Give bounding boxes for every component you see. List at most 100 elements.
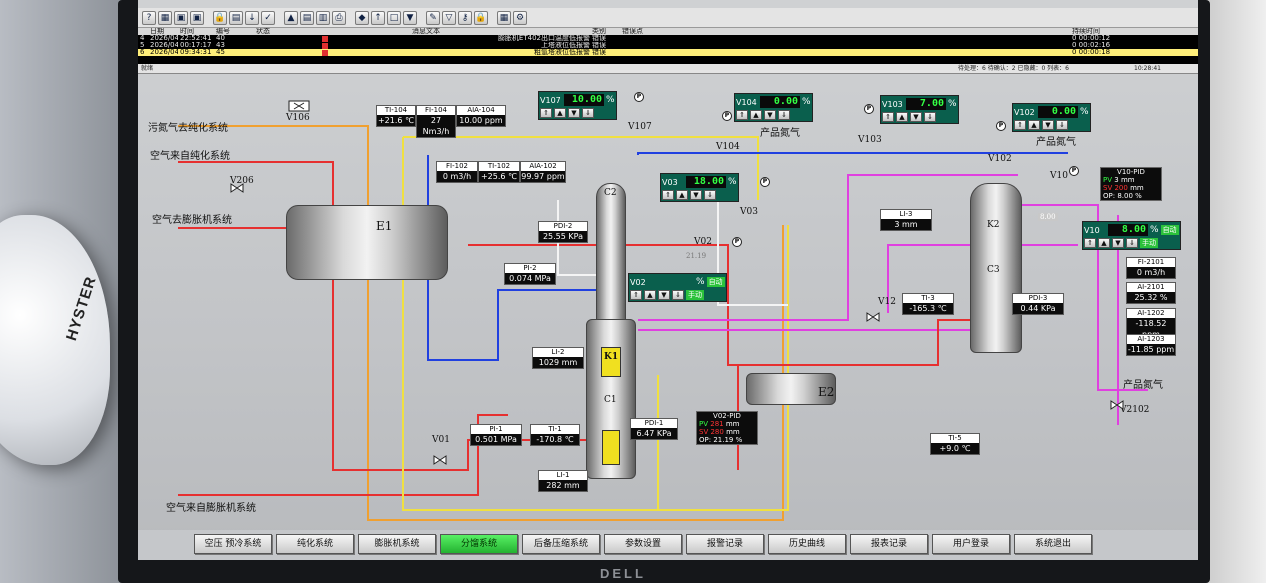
actuator-v107-icon[interactable]: P — [634, 92, 644, 102]
nav-button-3[interactable]: 分馏系统 — [440, 534, 518, 554]
ctl-v02-up[interactable]: ▲ — [644, 290, 656, 300]
ctl-v107-fastup[interactable]: ⇑ — [540, 108, 552, 118]
pid-v02-sv[interactable]: 280 — [710, 428, 723, 436]
ctl-v02-manual-button[interactable]: 手动 — [686, 290, 704, 300]
ctl-v02-down[interactable]: ▼ — [658, 290, 670, 300]
screen2-icon[interactable]: ▣ — [190, 10, 204, 25]
ctl-v10-up[interactable]: ▲ — [1098, 238, 1110, 248]
ctl-v107-fastdown[interactable]: ⇓ — [582, 108, 594, 118]
pid-v10-sv[interactable]: 200 — [1114, 184, 1127, 192]
trend-icon[interactable]: ▤ — [229, 10, 243, 25]
ctl-v107-down[interactable]: ▼ — [568, 108, 580, 118]
nav-button-9[interactable]: 用户登录 — [932, 534, 1010, 554]
ctl-v10-value[interactable]: 8.00 — [1108, 224, 1148, 236]
ctl-v104-value[interactable]: 0.00 — [760, 96, 800, 108]
ctl-v103-down[interactable]: ▼ — [910, 112, 922, 122]
ctl-v103-fastdown[interactable]: ⇓ — [924, 112, 936, 122]
help-icon[interactable]: ? — [142, 10, 156, 25]
col-category[interactable]: 类别 — [590, 28, 620, 35]
nav-button-6[interactable]: 报警记录 — [686, 534, 764, 554]
ctl-v104-fastdown[interactable]: ⇓ — [778, 110, 790, 120]
nav-button-7[interactable]: 历史曲线 — [768, 534, 846, 554]
report-icon[interactable]: ▥ — [316, 10, 330, 25]
actuator-v10-icon[interactable]: P — [1069, 166, 1079, 176]
pid-v10[interactable]: V10-PID PV 3 mm SV 200 mm OP: 8.00 % — [1100, 167, 1162, 201]
nav-button-10[interactable]: 系统退出 — [1014, 534, 1092, 554]
ctl-v03-up[interactable]: ▲ — [676, 190, 688, 200]
actuator-v02-icon[interactable]: P — [732, 237, 742, 247]
diamond-icon[interactable]: ◆ — [355, 10, 369, 25]
edit-icon[interactable]: ✎ — [426, 10, 440, 25]
ctl-v03[interactable]: V03 18.00% ⇑ ▲ ▼ ⇓ — [660, 173, 739, 202]
ctl-v02[interactable]: V02% 自动 ⇑ ▲ ▼ ⇓ 手动 — [628, 273, 727, 302]
ctl-v03-fastup[interactable]: ⇑ — [662, 190, 674, 200]
ctl-v02-fastdown[interactable]: ⇓ — [672, 290, 684, 300]
pid-v02[interactable]: V02-PID PV 281 mm SV 280 mm OP: 21.19 % — [696, 411, 758, 445]
ctl-v10[interactable]: V10 8.00% 自动 ⇑ ▲ ▼ ⇓ 手动 — [1082, 221, 1181, 250]
ctl-v103-value[interactable]: 7.00 — [906, 98, 946, 110]
nav-button-5[interactable]: 参数设置 — [604, 534, 682, 554]
nav-button-8[interactable]: 报表记录 — [850, 534, 928, 554]
ctl-v02-auto-button[interactable]: 自动 — [706, 277, 725, 287]
key-icon[interactable]: ⚷ — [458, 10, 472, 25]
ctl-v102-fastdown[interactable]: ⇓ — [1056, 120, 1068, 130]
hat-icon[interactable]: ▲ — [284, 10, 298, 25]
col-note[interactable]: 错误点 — [620, 28, 1070, 35]
print-icon[interactable]: ⎙ — [332, 10, 346, 25]
alarm-row[interactable]: 4 2026/04/0222:52:41 40 膨胀机ET402出口温度低报警错误 0 … — [138, 35, 1198, 42]
nav-button-1[interactable]: 纯化系统 — [276, 534, 354, 554]
ctl-v102-up[interactable]: ▲ — [1028, 120, 1040, 130]
nav-button-4[interactable]: 后备压缩系统 — [522, 534, 600, 554]
filter-icon[interactable]: ▽ — [442, 10, 456, 25]
ctl-v03-down[interactable]: ▼ — [690, 190, 702, 200]
actuator-v102-icon[interactable]: P — [996, 121, 1006, 131]
ctl-v102-down[interactable]: ▼ — [1042, 120, 1054, 130]
ctl-v103-up[interactable]: ▲ — [896, 112, 908, 122]
valve-v12-icon[interactable] — [866, 312, 880, 322]
box-icon[interactable]: □ — [387, 10, 401, 25]
valve-v106-icon[interactable] — [288, 100, 310, 112]
actuator-v03-icon[interactable]: P — [760, 177, 770, 187]
lock-icon[interactable]: 🔒 — [213, 10, 227, 25]
ctl-v102-value[interactable]: 0.00 — [1038, 106, 1078, 118]
calc-icon[interactable]: ▦ — [497, 10, 511, 25]
down-icon[interactable]: ↓ — [245, 10, 259, 25]
ctl-v03-value[interactable]: 18.00 — [686, 176, 726, 188]
ctl-v102[interactable]: V102 0.00% ⇑ ▲ ▼ ⇓ — [1012, 103, 1091, 132]
col-id[interactable]: 编号 — [214, 28, 254, 35]
ctl-v104[interactable]: V104 0.00% ⇑ ▲ ▼ ⇓ — [734, 93, 813, 122]
ctl-v10-down[interactable]: ▼ — [1112, 238, 1124, 248]
ctl-v10-auto-button[interactable]: 自动 — [1160, 225, 1179, 235]
col-text[interactable]: 消息文本 — [410, 28, 590, 35]
lock2-icon[interactable]: 🔒 — [474, 10, 488, 25]
ctl-v10-fastup[interactable]: ⇑ — [1084, 238, 1096, 248]
ctl-v107-value[interactable]: 10.00 — [564, 94, 604, 106]
ctl-v03-fastdown[interactable]: ⇓ — [704, 190, 716, 200]
save-icon[interactable]: ▼ — [403, 10, 417, 25]
ctl-v104-fastup[interactable]: ⇑ — [736, 110, 748, 120]
nav-button-0[interactable]: 空压 预冷系统 — [194, 534, 272, 554]
nav-button-2[interactable]: 膨胀机系统 — [358, 534, 436, 554]
ctl-v103-fastup[interactable]: ⇑ — [882, 112, 894, 122]
actuator-v103-icon[interactable]: P — [864, 104, 874, 114]
check-icon[interactable]: ✓ — [261, 10, 275, 25]
ctl-v102-fastup[interactable]: ⇑ — [1014, 120, 1026, 130]
col-duration[interactable]: 持续时间 — [1070, 28, 1180, 35]
ctl-v104-down[interactable]: ▼ — [764, 110, 776, 120]
ctl-v10-manual-button[interactable]: 手动 — [1140, 238, 1158, 248]
col-state[interactable]: 状态 — [254, 28, 410, 35]
screen-icon[interactable]: ▣ — [174, 10, 188, 25]
ctl-v103[interactable]: V103 7.00% ⇑ ▲ ▼ ⇓ — [880, 95, 959, 124]
settings-icon[interactable]: ⚙ — [513, 10, 527, 25]
actuator-v104-icon[interactable]: P — [722, 111, 732, 121]
ctl-v107-up[interactable]: ▲ — [554, 108, 566, 118]
col-time[interactable]: 时间 — [178, 28, 214, 35]
up-icon[interactable]: ↑ — [371, 10, 385, 25]
overview-icon[interactable]: ▦ — [158, 10, 172, 25]
valve-v01-icon[interactable] — [433, 455, 447, 465]
valve-v2102-icon[interactable] — [1110, 400, 1124, 410]
col-date[interactable]: 日期 — [148, 28, 178, 35]
alarm-row[interactable]: 5 2026/04/0300:17:17 43 上塔液位低报警错误 0 00:02:16 — [138, 42, 1198, 49]
doc-icon[interactable]: ▤ — [300, 10, 314, 25]
ctl-v107[interactable]: V107 10.00% ⇑ ▲ ▼ ⇓ — [538, 91, 617, 120]
